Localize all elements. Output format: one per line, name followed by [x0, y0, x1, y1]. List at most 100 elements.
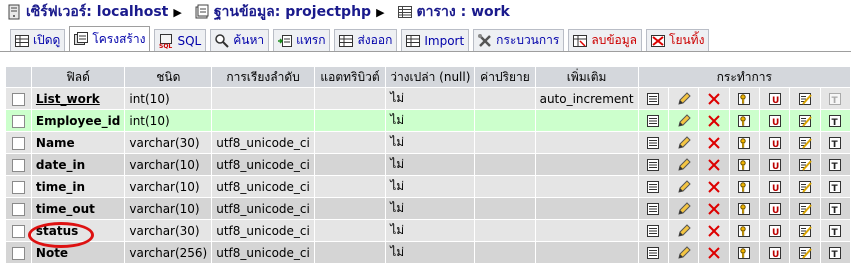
tab-empty[interactable]: ลบข้อมูล	[568, 29, 642, 51]
action-cell[interactable]	[667, 197, 700, 220]
tab-operations[interactable]: กระบวนการ	[473, 29, 565, 51]
action-cell[interactable]	[789, 175, 821, 198]
action-cell[interactable]: U	[758, 197, 791, 220]
tab-insert[interactable]: แทรก	[273, 29, 331, 51]
row-checkbox[interactable]	[5, 153, 32, 176]
action-cell[interactable]: U	[758, 219, 791, 242]
action-cell[interactable]	[667, 87, 700, 110]
index-icon[interactable]	[794, 91, 815, 107]
action-cell[interactable]	[698, 109, 730, 132]
row-checkbox[interactable]	[5, 175, 32, 198]
tab-search[interactable]: ค้นหา	[210, 29, 270, 51]
drop-x-icon[interactable]	[703, 91, 724, 107]
edit-pencil-icon[interactable]	[673, 201, 694, 217]
browse-distinct-icon[interactable]	[643, 157, 664, 173]
primary-key-icon[interactable]	[734, 223, 755, 239]
action-cell[interactable]	[667, 153, 700, 176]
action-cell[interactable]: T	[819, 241, 851, 264]
unique-icon[interactable]: U	[764, 135, 785, 151]
fulltext-icon[interactable]: T	[825, 179, 846, 195]
action-cell[interactable]	[698, 197, 730, 220]
index-icon[interactable]	[794, 179, 815, 195]
action-cell[interactable]	[667, 241, 700, 264]
action-cell[interactable]	[637, 109, 669, 132]
action-cell[interactable]	[667, 131, 700, 154]
drop-x-icon[interactable]	[703, 113, 724, 129]
drop-x-icon[interactable]	[703, 135, 724, 151]
browse-distinct-icon[interactable]	[643, 179, 664, 195]
action-cell[interactable]: U	[758, 153, 791, 176]
action-cell[interactable]	[667, 219, 700, 242]
action-cell[interactable]	[637, 219, 669, 242]
edit-pencil-icon[interactable]	[673, 245, 694, 261]
unique-icon[interactable]: U	[764, 201, 785, 217]
row-checkbox[interactable]	[5, 219, 32, 242]
index-icon[interactable]	[794, 201, 815, 217]
action-cell[interactable]	[637, 197, 669, 220]
fulltext-icon[interactable]: T	[825, 135, 846, 151]
primary-key-icon[interactable]	[734, 245, 755, 261]
row-checkbox[interactable]	[5, 87, 32, 110]
action-cell[interactable]: U	[758, 175, 791, 198]
edit-pencil-icon[interactable]	[673, 157, 694, 173]
unique-icon[interactable]: U	[764, 179, 785, 195]
action-cell[interactable]	[698, 87, 730, 110]
action-cell[interactable]	[637, 175, 669, 198]
checkbox[interactable]	[11, 224, 25, 238]
action-cell[interactable]	[728, 175, 760, 198]
browse-distinct-icon[interactable]	[643, 201, 664, 217]
action-cell[interactable]	[789, 131, 821, 154]
index-icon[interactable]	[794, 223, 815, 239]
row-checkbox[interactable]	[5, 241, 32, 264]
tab-sql[interactable]: SQL SQL	[154, 29, 207, 51]
fulltext-icon[interactable]: T	[825, 245, 846, 261]
action-cell[interactable]	[698, 241, 730, 264]
browse-distinct-icon[interactable]	[643, 113, 664, 129]
fulltext-icon[interactable]: T	[825, 157, 846, 173]
action-cell[interactable]	[637, 131, 669, 154]
checkbox[interactable]	[11, 180, 25, 194]
unique-icon[interactable]: U	[764, 223, 785, 239]
browse-distinct-icon[interactable]	[643, 245, 664, 261]
index-icon[interactable]	[794, 157, 815, 173]
tab-export[interactable]: ส่งออก	[334, 29, 398, 51]
action-cell[interactable]: U	[758, 109, 791, 132]
action-cell[interactable]: T	[819, 87, 851, 110]
edit-pencil-icon[interactable]	[673, 113, 694, 129]
checkbox[interactable]	[11, 136, 25, 150]
action-cell[interactable]	[789, 87, 821, 110]
primary-key-icon[interactable]	[734, 135, 755, 151]
breadcrumb-database[interactable]: ฐานข้อมูล: projectphp	[188, 1, 371, 23]
index-icon[interactable]	[794, 135, 815, 151]
fulltext-icon[interactable]: T	[825, 201, 846, 217]
edit-pencil-icon[interactable]	[673, 179, 694, 195]
action-cell[interactable]	[698, 175, 730, 198]
action-cell[interactable]	[789, 197, 821, 220]
action-cell[interactable]	[698, 219, 730, 242]
action-cell[interactable]: U	[758, 131, 791, 154]
breadcrumb-server[interactable]: เซิร์ฟเวอร์: localhost	[0, 1, 168, 23]
action-cell[interactable]	[789, 153, 821, 176]
primary-key-icon[interactable]	[734, 179, 755, 195]
fulltext-icon[interactable]: T	[825, 113, 846, 129]
action-cell[interactable]	[728, 241, 760, 264]
action-cell[interactable]	[728, 153, 760, 176]
action-cell[interactable]	[667, 109, 700, 132]
primary-key-icon[interactable]	[734, 91, 755, 107]
action-cell[interactable]	[728, 87, 760, 110]
action-cell[interactable]	[728, 219, 760, 242]
drop-x-icon[interactable]	[703, 179, 724, 195]
checkbox[interactable]	[11, 202, 25, 216]
row-checkbox[interactable]	[5, 109, 32, 132]
breadcrumb-table[interactable]: ตาราง : work	[391, 1, 510, 23]
action-cell[interactable]: T	[819, 109, 851, 132]
primary-key-icon[interactable]	[734, 157, 755, 173]
primary-key-icon[interactable]	[734, 201, 755, 217]
action-cell[interactable]: T	[819, 219, 851, 242]
edit-pencil-icon[interactable]	[673, 223, 694, 239]
drop-x-icon[interactable]	[703, 201, 724, 217]
index-icon[interactable]	[794, 113, 815, 129]
action-cell[interactable]	[789, 219, 821, 242]
action-cell[interactable]	[667, 175, 700, 198]
tab-structure[interactable]: โครงสร้าง	[69, 26, 151, 51]
